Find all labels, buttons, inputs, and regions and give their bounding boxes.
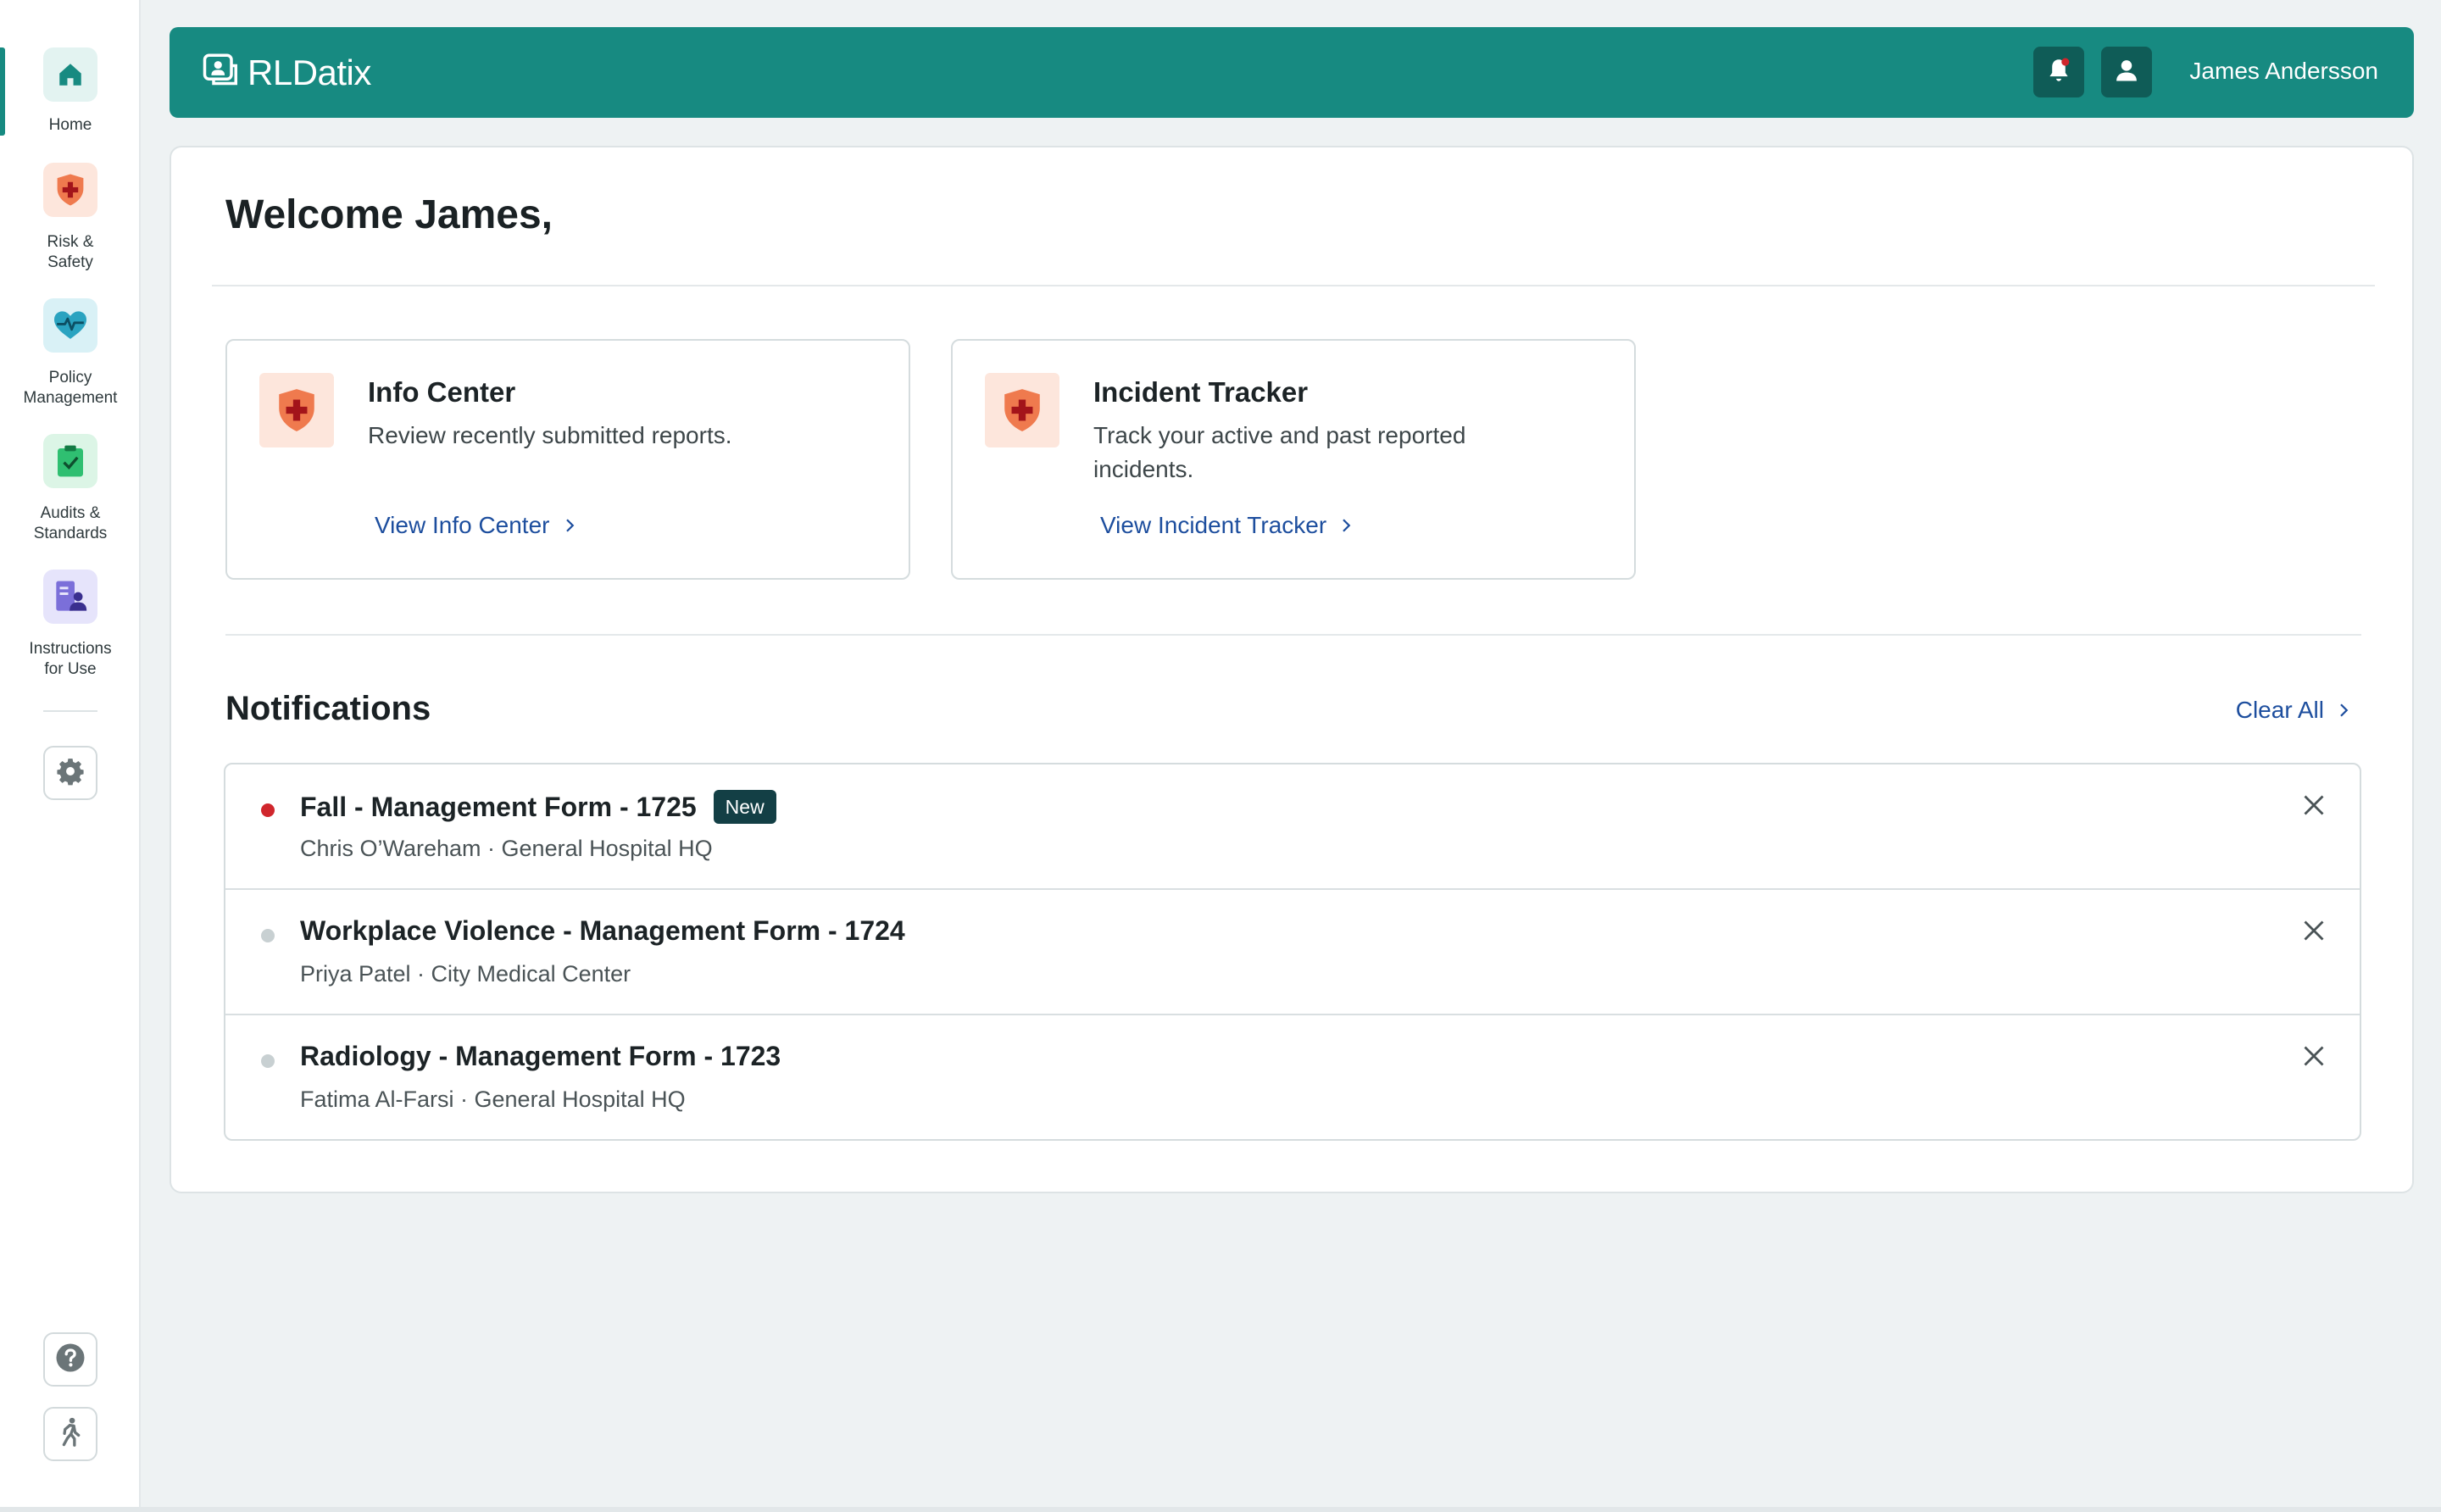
notification-title: Radiology - Management Form - 1723 <box>300 1041 781 1071</box>
clear-all-label: Clear All <box>2235 697 2324 723</box>
help-icon <box>55 1342 86 1377</box>
close-icon <box>2302 793 2326 821</box>
chevron-right-icon <box>562 512 577 539</box>
shield-cross-icon <box>259 373 334 447</box>
clear-all-button[interactable]: Clear All <box>2236 697 2351 724</box>
walking-person-icon <box>56 1417 85 1452</box>
notification-subtitle: Fatima Al-Farsi · General Hospital HQ <box>300 1087 686 1112</box>
sidebar-item-label: Home <box>48 116 92 134</box>
brand-name: RLDatix <box>247 53 371 92</box>
unread-dot <box>261 803 275 817</box>
chevron-right-icon <box>2336 697 2351 724</box>
home-icon <box>43 47 97 102</box>
heart-pulse-icon <box>43 298 97 353</box>
card-title: Info Center <box>368 376 516 408</box>
card-description: Track your active and past reported inci… <box>1093 422 1466 482</box>
sidebar-item-home[interactable]: Home <box>0 47 141 141</box>
close-icon <box>2302 1044 2326 1072</box>
link-label: View Incident Tracker <box>1100 512 1327 538</box>
user-name[interactable]: James Andersson <box>2189 58 2378 85</box>
rldatix-logo-icon <box>202 51 237 95</box>
top-header: RLDatix James Andersson <box>170 27 2414 118</box>
notification-subtitle: Chris O’Wareham · General Hospital HQ <box>300 836 713 861</box>
notification-item[interactable]: Radiology - Management Form - 1723 Fatim… <box>225 1015 2360 1139</box>
sidebar-divider <box>43 710 97 712</box>
notification-title-row: Fall - Management Form - 1725 New <box>300 790 776 824</box>
help-button[interactable] <box>43 1332 97 1387</box>
clipboard-check-icon <box>43 434 97 488</box>
document-user-icon <box>43 570 97 624</box>
info-center-card: Info Center Review recently submitted re… <box>225 339 910 580</box>
notifications-button[interactable] <box>2033 47 2084 97</box>
user-icon <box>2114 58 2139 87</box>
bell-icon <box>2044 56 2073 89</box>
notification-title-row: Workplace Violence - Management Form - 1… <box>300 915 905 947</box>
sidebar-item-label: Risk & Safety <box>47 233 94 271</box>
main-panel: Welcome James, Info Center Review recent… <box>170 146 2414 1193</box>
card-title: Incident Tracker <box>1093 376 1309 408</box>
notification-item[interactable]: Workplace Violence - Management Form - 1… <box>225 890 2360 1015</box>
sidebar-item-audits-standards[interactable]: Audits & Standards <box>0 434 141 544</box>
notifications-list: Fall - Management Form - 1725 New Chris … <box>224 763 2361 1141</box>
gear-icon <box>56 757 85 790</box>
notification-title: Workplace Violence - Management Form - 1… <box>300 915 905 946</box>
notification-title-row: Radiology - Management Form - 1723 <box>300 1041 781 1072</box>
sidebar-item-policy-management[interactable]: Policy Management <box>0 298 141 409</box>
close-icon <box>2302 919 2326 947</box>
read-dot <box>261 929 275 942</box>
sidebar-item-label: Policy Management <box>23 369 118 407</box>
link-label: View Info Center <box>375 512 550 538</box>
card-description: Review recently submitted reports. <box>368 422 732 448</box>
sidebar: Home Risk & Safety Policy Management Aud… <box>0 0 141 1512</box>
read-dot <box>261 1054 275 1068</box>
chevron-right-icon <box>1338 512 1354 539</box>
bottom-edge <box>0 1507 2441 1512</box>
sidebar-item-instructions[interactable]: Instructions for Use <box>0 570 141 680</box>
sidebar-item-label: Audits & Standards <box>33 504 108 542</box>
user-profile-button[interactable] <box>2101 47 2152 97</box>
dismiss-button[interactable] <box>2297 790 2331 824</box>
notification-title: Fall - Management Form - 1725 <box>300 791 697 822</box>
sidebar-item-risk-safety[interactable]: Risk & Safety <box>0 163 141 273</box>
view-incident-tracker-link[interactable]: View Incident Tracker <box>1100 512 1354 539</box>
notification-item[interactable]: Fall - Management Form - 1725 New Chris … <box>225 764 2360 890</box>
page-title: Welcome James, <box>225 192 553 237</box>
dismiss-button[interactable] <box>2297 915 2331 949</box>
new-badge: New <box>713 790 776 824</box>
view-info-center-link[interactable]: View Info Center <box>375 512 577 539</box>
shield-cross-icon <box>43 163 97 217</box>
brand[interactable]: RLDatix <box>202 49 371 97</box>
shield-cross-icon <box>985 373 1059 447</box>
sidebar-item-label: Instructions for Use <box>29 640 112 678</box>
dismiss-button[interactable] <box>2297 1041 2331 1075</box>
walk-button[interactable] <box>43 1407 97 1461</box>
notification-subtitle: Priya Patel · City Medical Center <box>300 961 631 987</box>
divider <box>225 634 2361 636</box>
settings-button[interactable] <box>43 746 97 800</box>
notifications-heading: Notifications <box>225 690 431 727</box>
divider <box>212 285 2375 286</box>
incident-tracker-card: Incident Tracker Track your active and p… <box>951 339 1636 580</box>
